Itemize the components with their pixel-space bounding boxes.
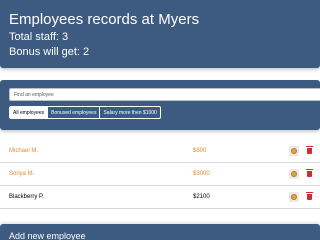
row-actions [289,192,314,202]
search-input[interactable] [9,88,320,101]
filter-bonused-employees[interactable]: Bonused employees [47,106,101,119]
employee-row: Blackberry P. $2100 [0,186,320,209]
page-title: Employees records at Myers [9,11,200,28]
employee-name[interactable]: Blackberry P. [9,186,44,209]
trash-icon[interactable] [304,146,314,156]
add-employee-panel: Add new employee [0,224,320,240]
employee-salary[interactable]: $2100 [193,186,210,209]
header-panel: Employees records at Myers Total staff: … [0,0,320,68]
trash-icon[interactable] [304,169,314,179]
employee-row: Sonya M. $3000 [0,163,320,186]
employee-name[interactable]: Michael M. [9,140,38,163]
add-employee-title: Add new employee [9,231,86,240]
search-panel: All employees Bonused employees Salary m… [0,80,320,130]
employee-salary[interactable]: $3000 [193,163,210,186]
cookie-icon[interactable] [289,169,299,179]
cookie-icon[interactable] [289,192,299,202]
employee-row: Michael M. $800 [0,140,320,163]
cookie-icon[interactable] [289,146,299,156]
bonus-count: Bonus will get: 2 [9,46,90,58]
filter-button-group: All employees Bonused employees Salary m… [9,106,175,119]
employee-salary[interactable]: $800 [193,140,206,163]
trash-icon[interactable] [304,192,314,202]
total-staff-count: Total staff: 3 [9,31,69,43]
employee-list: Michael M. $800 Sonya M. $3000 Blackberr… [0,140,320,212]
row-actions [289,169,314,179]
employee-name[interactable]: Sonya M. [9,163,34,186]
row-actions [289,146,314,156]
filter-salary-over-1000[interactable]: Salary more then $1000 [99,106,161,119]
filter-all-employees[interactable]: All employees [9,106,49,119]
